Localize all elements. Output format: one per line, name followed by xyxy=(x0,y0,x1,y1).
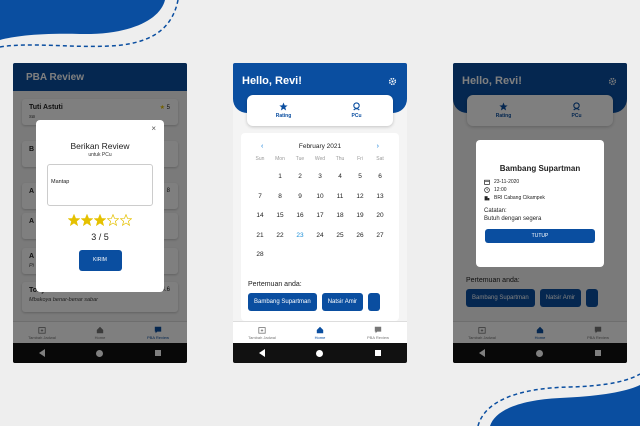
calendar-day[interactable]: 27 xyxy=(370,226,390,246)
calendar-day[interactable]: 21 xyxy=(250,226,270,246)
calendar-day[interactable]: 15 xyxy=(270,206,290,226)
star-empty-icon[interactable] xyxy=(107,214,119,226)
notes-text: Butuh dengan segera xyxy=(484,216,542,222)
weekday-label: Thu xyxy=(335,156,345,162)
star-empty-icon[interactable] xyxy=(120,214,132,226)
calendar-day[interactable]: 10 xyxy=(310,187,330,207)
star-filled-icon[interactable] xyxy=(81,214,93,226)
calendar-day[interactable]: 16 xyxy=(290,206,310,226)
calendar-day[interactable]: 24 xyxy=(310,226,330,246)
calendar-day[interactable]: 9 xyxy=(290,187,310,207)
phone-review-screen: PBA Review Tuti Astuti sa ★ 5 B A 8 A A … xyxy=(13,63,187,363)
calendar-day[interactable]: 5 xyxy=(350,167,370,187)
recent-apps-icon[interactable] xyxy=(375,350,382,356)
calendar-day[interactable]: 22 xyxy=(270,226,290,246)
person-icon xyxy=(353,102,360,111)
bottom-right-blob xyxy=(477,373,640,426)
weekday-label: Sun xyxy=(255,156,265,162)
dialog-title: Berikan Review xyxy=(70,141,130,151)
chevron-right-icon[interactable]: › xyxy=(377,143,379,150)
meeting-person-name: Bambang Supartman xyxy=(499,164,581,173)
time-row: 12:00 xyxy=(484,186,604,194)
review-dialog: × Berikan Review untuk PCu Mantap 3 / 5 … xyxy=(36,120,164,292)
weekday-label: Wed xyxy=(314,156,326,162)
calendar-day[interactable]: 7 xyxy=(250,187,270,207)
meetings-list: Bambang Supartman Natsir Amir xyxy=(248,293,381,311)
android-nav-bar xyxy=(233,343,407,363)
home-circle-icon[interactable] xyxy=(316,349,324,357)
star-filled-icon[interactable] xyxy=(94,214,106,226)
calendar-card: ‹ February 2021 › Sun Mon Tue Wed Thu Fri Sat 1… xyxy=(241,133,399,321)
meeting-chip[interactable] xyxy=(368,293,381,311)
rating-value: 3 / 5 xyxy=(91,232,109,242)
calendar-grid: Sun Mon Tue Wed Thu Fri Sat 1 2 3 4 5 6 7 8 9 10 11 12 13 14… xyxy=(250,156,399,265)
submit-button[interactable]: KIRIM xyxy=(78,250,122,271)
meeting-chip[interactable]: Natsir Amir xyxy=(321,293,364,311)
building-icon xyxy=(484,196,490,201)
location-row: BRI Cabang Cikampek xyxy=(484,194,604,202)
calendar-day[interactable]: 4 xyxy=(330,167,350,187)
meeting-info: 23-11-2020 12:00 BRI Cabang Cikampek xyxy=(484,178,604,202)
meeting-detail-dialog: Bambang Supartman 23-11-2020 12:00 BRI C… xyxy=(476,140,604,267)
date-row: 23-11-2020 xyxy=(484,178,604,186)
top-left-blob xyxy=(0,0,179,48)
star-filled-icon[interactable] xyxy=(68,214,80,226)
calendar-day[interactable]: 25 xyxy=(330,226,350,246)
bottom-tab-bar: Tambah Jadwal Home PBA Review xyxy=(233,321,407,343)
close-icon[interactable]: × xyxy=(151,124,156,133)
calendar-day[interactable]: 14 xyxy=(250,206,270,226)
calendar-day[interactable]: 26 xyxy=(350,226,370,246)
calendar-day[interactable]: 20 xyxy=(370,206,390,226)
calendar-day[interactable]: 8 xyxy=(270,187,290,207)
weekday-label: Fri xyxy=(357,156,363,162)
tab-rating[interactable]: Rating xyxy=(247,95,320,126)
chevron-left-icon[interactable]: ‹ xyxy=(261,143,263,150)
tab-pcu[interactable]: PCu xyxy=(320,95,393,126)
meetings-label: Pertemuan anda: xyxy=(248,281,302,288)
calendar-day[interactable]: 13 xyxy=(370,187,390,207)
calendar-day[interactable]: 12 xyxy=(350,187,370,207)
calendar-blank xyxy=(250,167,270,187)
home-icon xyxy=(316,326,324,333)
top-tabs: Rating PCu xyxy=(247,95,393,126)
calendar-header: ‹ February 2021 › xyxy=(241,133,399,150)
gear-icon[interactable] xyxy=(388,77,397,86)
tab-pba-review[interactable]: PBA Review xyxy=(349,322,407,343)
close-button[interactable]: TUTUP xyxy=(485,229,595,243)
calendar-day[interactable]: 18 xyxy=(330,206,350,226)
weekday-label: Tue xyxy=(295,156,305,162)
star-rating[interactable] xyxy=(36,214,164,226)
calendar-day[interactable]: 3 xyxy=(310,167,330,187)
calendar-day[interactable]: 2 xyxy=(290,167,310,187)
month-label: February 2021 xyxy=(298,143,342,150)
review-icon xyxy=(374,326,382,333)
review-textarea[interactable]: Mantap xyxy=(47,164,153,206)
notes: Catatan: Butuh dengan segera xyxy=(484,207,604,223)
weekday-label: Sat xyxy=(376,156,384,162)
meeting-chip[interactable]: Bambang Supartman xyxy=(248,293,317,311)
star-icon xyxy=(279,102,288,111)
calendar-day[interactable]: 23 xyxy=(290,226,310,246)
phone-home-screen: Hello, Revi! Rating PCu ‹ February 2021 … xyxy=(233,63,407,363)
calendar-icon xyxy=(484,179,490,185)
calendar-day[interactable]: 28 xyxy=(250,245,270,265)
tab-home[interactable]: Home xyxy=(291,322,349,343)
phone-meeting-detail-screen: Hello, Revi! Rating PCu Pertemuan anda: … xyxy=(453,63,627,363)
calendar-day[interactable]: 6 xyxy=(370,167,390,187)
calendar-day[interactable]: 11 xyxy=(330,187,350,207)
weekday-label: Mon xyxy=(275,156,285,162)
calendar-day[interactable]: 1 xyxy=(270,167,290,187)
tab-tambah-jadwal[interactable]: Tambah Jadwal xyxy=(233,322,291,343)
calendar-add-icon xyxy=(258,326,266,334)
dialog-subtitle: untuk PCu xyxy=(88,152,112,158)
clock-icon xyxy=(484,187,490,193)
greeting: Hello, Revi! xyxy=(242,75,302,87)
calendar-day[interactable]: 17 xyxy=(310,206,330,226)
calendar-day[interactable]: 19 xyxy=(350,206,370,226)
notes-label: Catatan: xyxy=(484,208,507,214)
back-icon[interactable] xyxy=(258,349,265,357)
